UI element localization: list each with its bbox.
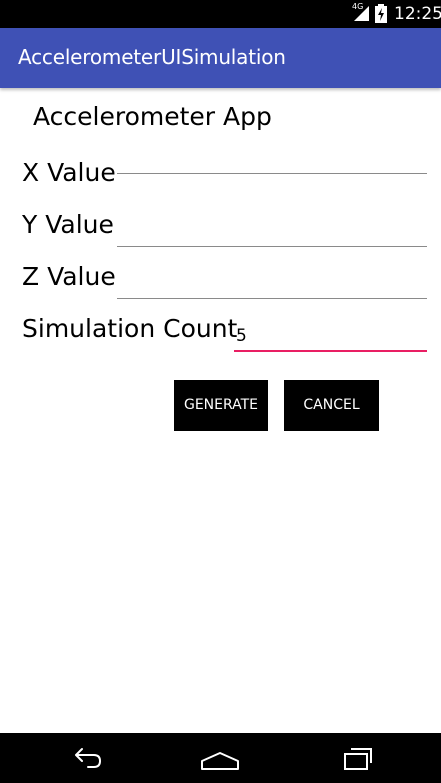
- x-value-input[interactable]: [117, 144, 427, 174]
- app-bar: AccelerometerUISimulation: [0, 28, 441, 88]
- home-button[interactable]: [190, 741, 250, 775]
- back-button[interactable]: [56, 741, 116, 775]
- generate-button[interactable]: GENERATE: [174, 380, 268, 431]
- signal-icon: [354, 6, 369, 21]
- home-icon: [201, 752, 239, 770]
- simulation-count-input[interactable]: [234, 322, 427, 352]
- simulation-count-label: Simulation Count: [22, 314, 238, 343]
- app-title: AccelerometerUISimulation: [18, 45, 286, 69]
- cancel-button[interactable]: CANCEL: [284, 380, 379, 431]
- status-bar: 4G 12:25: [0, 0, 441, 28]
- x-value-label: X Value: [22, 158, 116, 187]
- battery-icon: [375, 4, 387, 23]
- recents-icon: [344, 748, 372, 770]
- z-value-label: Z Value: [22, 262, 116, 291]
- page-heading: Accelerometer App: [33, 102, 272, 131]
- back-icon: [75, 748, 101, 768]
- status-time: 12:25: [394, 4, 441, 24]
- recents-button[interactable]: [327, 741, 387, 775]
- navigation-bar: [0, 733, 441, 783]
- z-value-input[interactable]: [117, 269, 427, 299]
- y-value-input[interactable]: [117, 217, 427, 247]
- y-value-label: Y Value: [22, 210, 114, 239]
